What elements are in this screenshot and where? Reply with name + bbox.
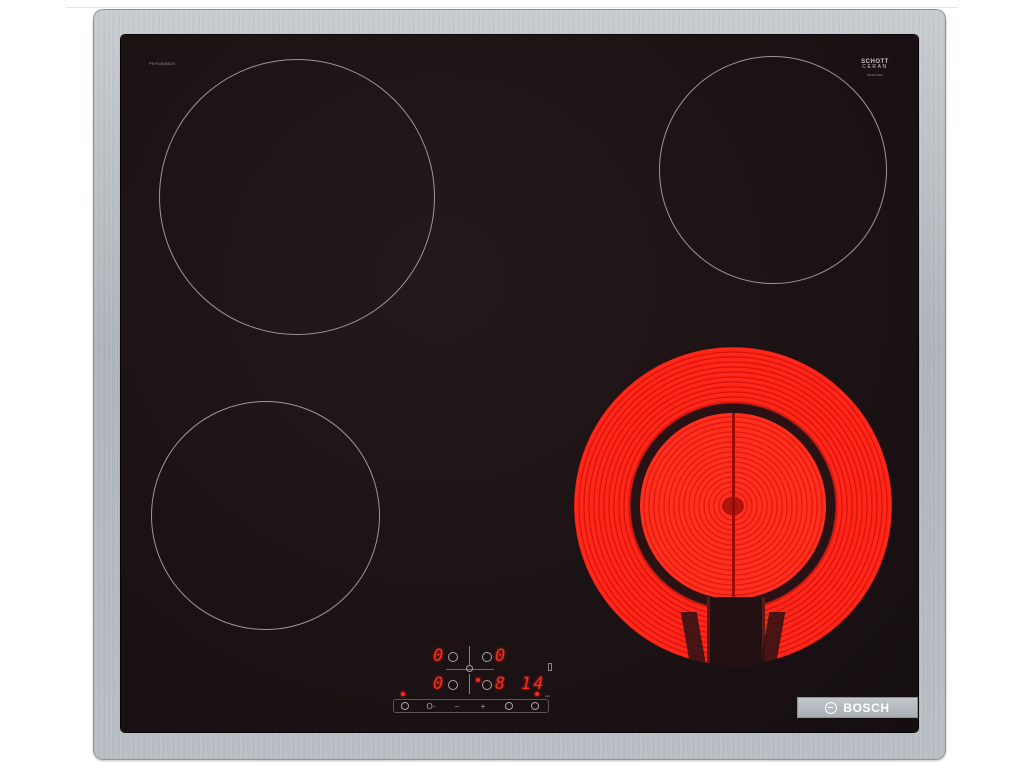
power-button[interactable] [397, 699, 413, 713]
active-zone-indicator-dot [476, 678, 480, 682]
timer-button[interactable] [527, 699, 543, 713]
rear-left-level-digit: 0 [433, 646, 444, 666]
brand-plate: BOSCH [797, 697, 918, 718]
cooking-zone-front-left [151, 401, 380, 630]
touch-control-strip [393, 699, 549, 713]
glass-brand-mark: SCHOTT CERAN DESIGNED [855, 59, 895, 77]
minus-icon: – [454, 701, 460, 711]
front-right-zone-symbol [482, 680, 492, 690]
minus-button[interactable]: – [449, 699, 465, 713]
cooking-zone-front-right-active [574, 347, 892, 665]
heating-coil-center [722, 497, 744, 515]
bosch-armature-logo [825, 701, 838, 714]
zone-select-icon [505, 702, 513, 710]
front-right-level-digit: 8 [495, 674, 506, 694]
timer-display: 14 [521, 674, 546, 694]
heating-element-terminal [707, 597, 765, 665]
display-separator-bottom [469, 674, 470, 694]
model-code: PKF645BB2E [149, 61, 176, 66]
timer-icon [531, 702, 539, 710]
glass-brand-line-2: CERAN [862, 64, 888, 70]
rear-right-level-digit: 0 [495, 646, 506, 666]
residual-heat-indicator [548, 663, 552, 671]
front-left-level-digit: 0 [433, 674, 444, 694]
zone-center-symbol [466, 665, 473, 672]
rear-left-zone-symbol [448, 652, 458, 662]
cooking-zone-rear-left [159, 59, 435, 335]
key-icon: O- [426, 701, 436, 711]
ceramic-glass-cooktop: PKF645BB2E SCHOTT CERAN DESIGNED 0 0 0 8… [121, 35, 918, 732]
plus-button[interactable]: + [475, 699, 491, 713]
rear-right-zone-symbol [482, 652, 492, 662]
power-icon [401, 702, 409, 710]
brand-name: BOSCH [843, 700, 890, 715]
top-divider-line [66, 7, 958, 8]
zone-select-button[interactable] [501, 699, 517, 713]
plus-icon: + [480, 701, 486, 711]
display-separator-top [469, 646, 470, 666]
timer-unit-label: min [545, 694, 550, 698]
timer-indicator-dot [535, 692, 539, 696]
power-indicator-dot [401, 692, 405, 696]
glass-brand-line-3: DESIGNED [867, 73, 883, 77]
child-lock-button[interactable]: O- [421, 699, 441, 713]
front-left-zone-symbol [448, 680, 458, 690]
cooking-zone-rear-right [659, 56, 887, 284]
